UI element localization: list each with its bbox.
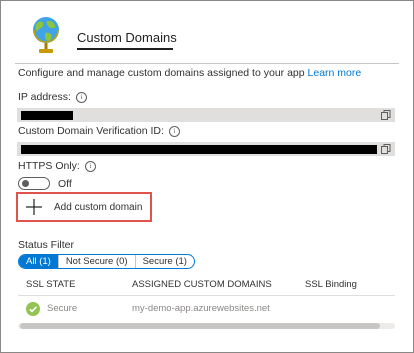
info-icon[interactable]: i [168, 125, 180, 137]
redacted-value [21, 145, 377, 154]
ip-address-label: IP address: i [18, 91, 87, 103]
title-underline [77, 48, 173, 50]
copy-icon[interactable] [381, 144, 391, 154]
header: Custom Domains [1, 1, 413, 63]
verification-id-label-text: Custom Domain Verification ID: [18, 125, 164, 137]
column-header-assigned-domains[interactable]: ASSIGNED CUSTOM DOMAINS [132, 279, 272, 290]
description-text: Configure and manage custom domains assi… [18, 67, 305, 79]
info-icon[interactable]: i [75, 91, 87, 103]
check-circle-icon [26, 302, 40, 316]
add-custom-domain-button[interactable]: Add custom domain [16, 192, 152, 222]
verification-id-label: Custom Domain Verification ID: i [18, 125, 180, 137]
add-custom-domain-label: Add custom domain [54, 202, 143, 213]
status-filter-label: Status Filter [18, 239, 75, 251]
redacted-value [21, 111, 73, 120]
header-divider [15, 63, 399, 64]
description: Configure and manage custom domains assi… [18, 67, 361, 79]
https-only-label: HTTPS Only: i [18, 160, 96, 172]
table-divider [18, 295, 395, 296]
filter-all[interactable]: All (1) [19, 255, 58, 268]
https-only-state: Off [58, 178, 72, 190]
domain-cell[interactable]: my-demo-app.azurewebsites.net [132, 303, 270, 314]
copy-icon[interactable] [381, 110, 391, 120]
globe-icon [33, 17, 59, 53]
horizontal-scrollbar[interactable] [18, 323, 395, 329]
plus-icon [26, 199, 42, 215]
info-icon[interactable]: i [84, 160, 96, 172]
verification-id-field[interactable] [17, 142, 395, 156]
toggle-knob [22, 180, 29, 187]
page-title: Custom Domains [77, 30, 177, 45]
ip-address-label-text: IP address: [18, 91, 71, 103]
status-filter-pills: All (1) Not Secure (0) Secure (1) [18, 254, 195, 269]
filter-not-secure[interactable]: Not Secure (0) [57, 255, 135, 268]
filter-secure[interactable]: Secure (1) [134, 255, 194, 268]
https-only-label-text: HTTPS Only: [18, 160, 80, 172]
scrollbar-thumb[interactable] [20, 323, 380, 329]
https-only-toggle[interactable] [18, 177, 50, 190]
learn-more-link[interactable]: Learn more [308, 67, 362, 79]
ssl-state-cell: Secure [47, 303, 78, 314]
ip-address-field[interactable] [17, 108, 395, 122]
custom-domains-panel: Custom Domains Configure and manage cust… [0, 0, 414, 353]
column-header-ssl-state[interactable]: SSL STATE [26, 279, 75, 290]
column-header-ssl-binding[interactable]: SSL Binding [305, 279, 357, 290]
